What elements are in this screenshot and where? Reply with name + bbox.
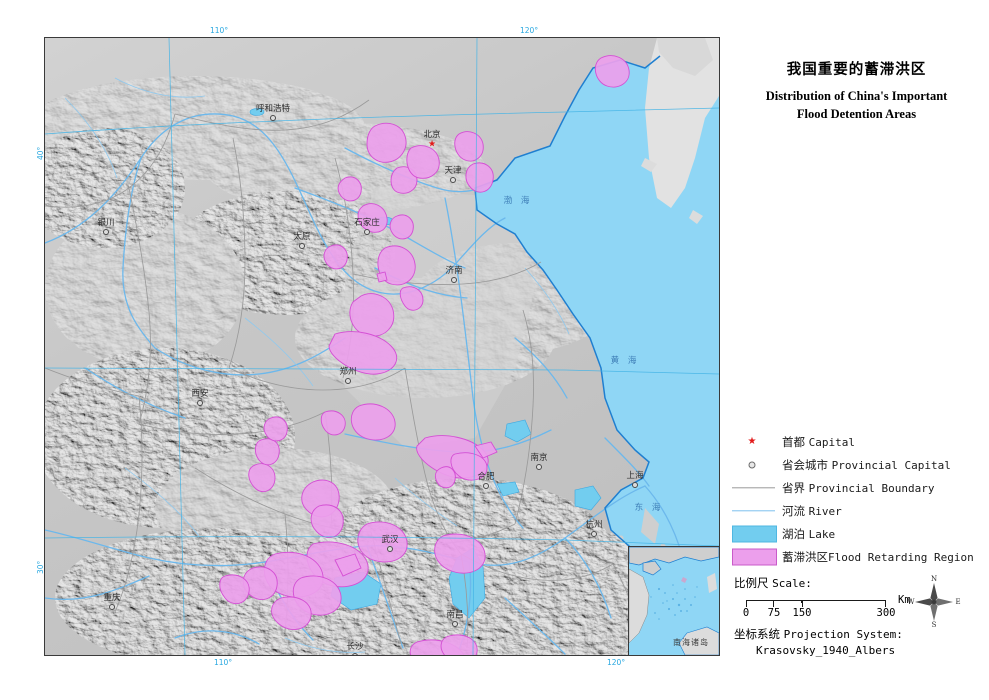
scale-tick-labels: 0 75 150 300 (742, 607, 906, 620)
legend-label-en: Provincial Boundary (808, 481, 935, 495)
legend-label-en: River (808, 504, 842, 518)
legend-symbol-box (730, 545, 782, 568)
legend-label-en: Capital (808, 435, 856, 449)
legend-label-cn: 河流 (782, 503, 809, 518)
legend-area-swatch (732, 525, 777, 542)
provincial-capital-marker (450, 177, 456, 183)
legend-symbol-circle (730, 453, 782, 476)
legend-label: 省会城市 Provincial Capital (782, 457, 951, 473)
provincial-capital-marker (103, 229, 109, 235)
inset-graphic (629, 547, 719, 655)
map-side-panel: 我国重要的蓄滞洪区 Distribution of China's Import… (724, 0, 989, 700)
projection-value: Krasovsky_1940_Albers (756, 644, 896, 657)
legend-label: 蓄滞洪区Flood Retarding Region (782, 549, 974, 565)
legend-label-en: Lake (808, 527, 836, 541)
compass-south-label: S (931, 621, 937, 629)
main-map[interactable]: ★ 北京 天津 呼和浩特 石家庄 太原 济南 银川 西安 郑州 合肥 南京 上海 杭州 武汉 南昌 长沙 重庆渤 … (44, 37, 720, 656)
projection-label-cn: 坐标系统 (734, 627, 784, 641)
legend-label-cn: 蓄滞洪区 (782, 549, 828, 564)
graticule-label-bottom: 120° (607, 658, 626, 667)
scale-tick: 150 (792, 607, 812, 619)
provincial-capital-marker (451, 277, 457, 283)
legend-label-en: Provincial Capital (831, 458, 951, 472)
title-english-line1: Distribution of China's Important (765, 89, 948, 103)
provincial-capital-marker (364, 229, 370, 235)
south-china-sea-inset[interactable]: 南海诸岛 (628, 546, 719, 655)
legend-symbol-line (730, 476, 782, 499)
scale-tick: 0 (742, 607, 750, 619)
provincial-capital-marker (536, 464, 542, 470)
legend-label-cn: 省会城市 (782, 457, 832, 472)
graticule-label-bottom: 110° (214, 658, 233, 667)
capital-marker: ★ (427, 138, 437, 149)
legend-row: ★ 首都 Capital (730, 430, 989, 453)
graticule-label-top: 120° (520, 26, 539, 35)
legend-city-circle-icon (748, 461, 756, 468)
provincial-capital-marker (632, 482, 638, 488)
legend-area-swatch (732, 548, 777, 565)
compass-rose: N S E W (905, 574, 963, 630)
scale-tick: 300 (876, 607, 896, 619)
legend-line-icon (732, 509, 775, 512)
legend-row: 省界 Provincial Boundary (730, 476, 989, 499)
scale-label-en: Scale: (772, 577, 812, 590)
compass-east-label: E (955, 598, 961, 606)
legend-label: 省界 Provincial Boundary (782, 480, 935, 496)
legend-symbol-star: ★ (730, 430, 782, 453)
provincial-capital-marker (352, 653, 358, 655)
graticule-label-left: 40° (36, 146, 45, 160)
provincial-capital-marker (109, 604, 115, 610)
compass-north-label: N (930, 575, 938, 583)
provincial-capital-marker (345, 378, 351, 384)
title-chinese: 我国重要的蓄滞洪区 (786, 62, 927, 78)
map-legend: ★ 首都 Capital 省会城市 Provincial Capital 省界 Pro… (730, 430, 989, 568)
title-block: 我国重要的蓄滞洪区 Distribution of China's Import… (724, 58, 989, 124)
scale-tick: 75 (767, 607, 781, 619)
legend-line-icon (732, 486, 775, 489)
legend-label-cn: 首都 (782, 434, 809, 449)
legend-label: 湖泊 Lake (782, 526, 835, 542)
legend-row: 河流 River (730, 499, 989, 522)
legend-symbol-box (730, 522, 782, 545)
title-english-line2: Flood Detention Areas (796, 106, 917, 121)
legend-label: 首都 Capital (782, 434, 855, 450)
legend-row: 蓄滞洪区Flood Retarding Region (730, 545, 989, 568)
compass-west-label: W (907, 598, 915, 606)
provincial-capital-marker (299, 243, 305, 249)
legend-symbol-line (730, 499, 782, 522)
provincial-capital-marker (197, 400, 203, 406)
graticule-label-left: 30° (36, 560, 45, 574)
graticule-label-top: 110° (210, 26, 229, 35)
provincial-capital-marker (452, 621, 458, 627)
legend-capital-star-icon: ★ (747, 435, 757, 447)
legend-label-cn: 省界 (782, 480, 809, 495)
legend-label-cn: 湖泊 (782, 526, 809, 541)
legend-label-en: Flood Retarding Region (828, 550, 974, 564)
legend-row: 省会城市 Provincial Capital (730, 453, 989, 476)
map-graphic (45, 38, 719, 655)
provincial-capital-marker (591, 531, 597, 537)
scale-label-cn: 比例尺 (734, 576, 773, 590)
projection-label-en: Projection System: (783, 628, 903, 641)
title-english: Distribution of China's Important Flood … (724, 88, 989, 124)
provincial-capital-marker (270, 115, 276, 121)
legend-label: 河流 River (782, 503, 842, 519)
provincial-capital-marker (483, 483, 489, 489)
provincial-capital-marker (387, 546, 393, 552)
scale-bar: Km (746, 594, 911, 607)
legend-row: 湖泊 Lake (730, 522, 989, 545)
